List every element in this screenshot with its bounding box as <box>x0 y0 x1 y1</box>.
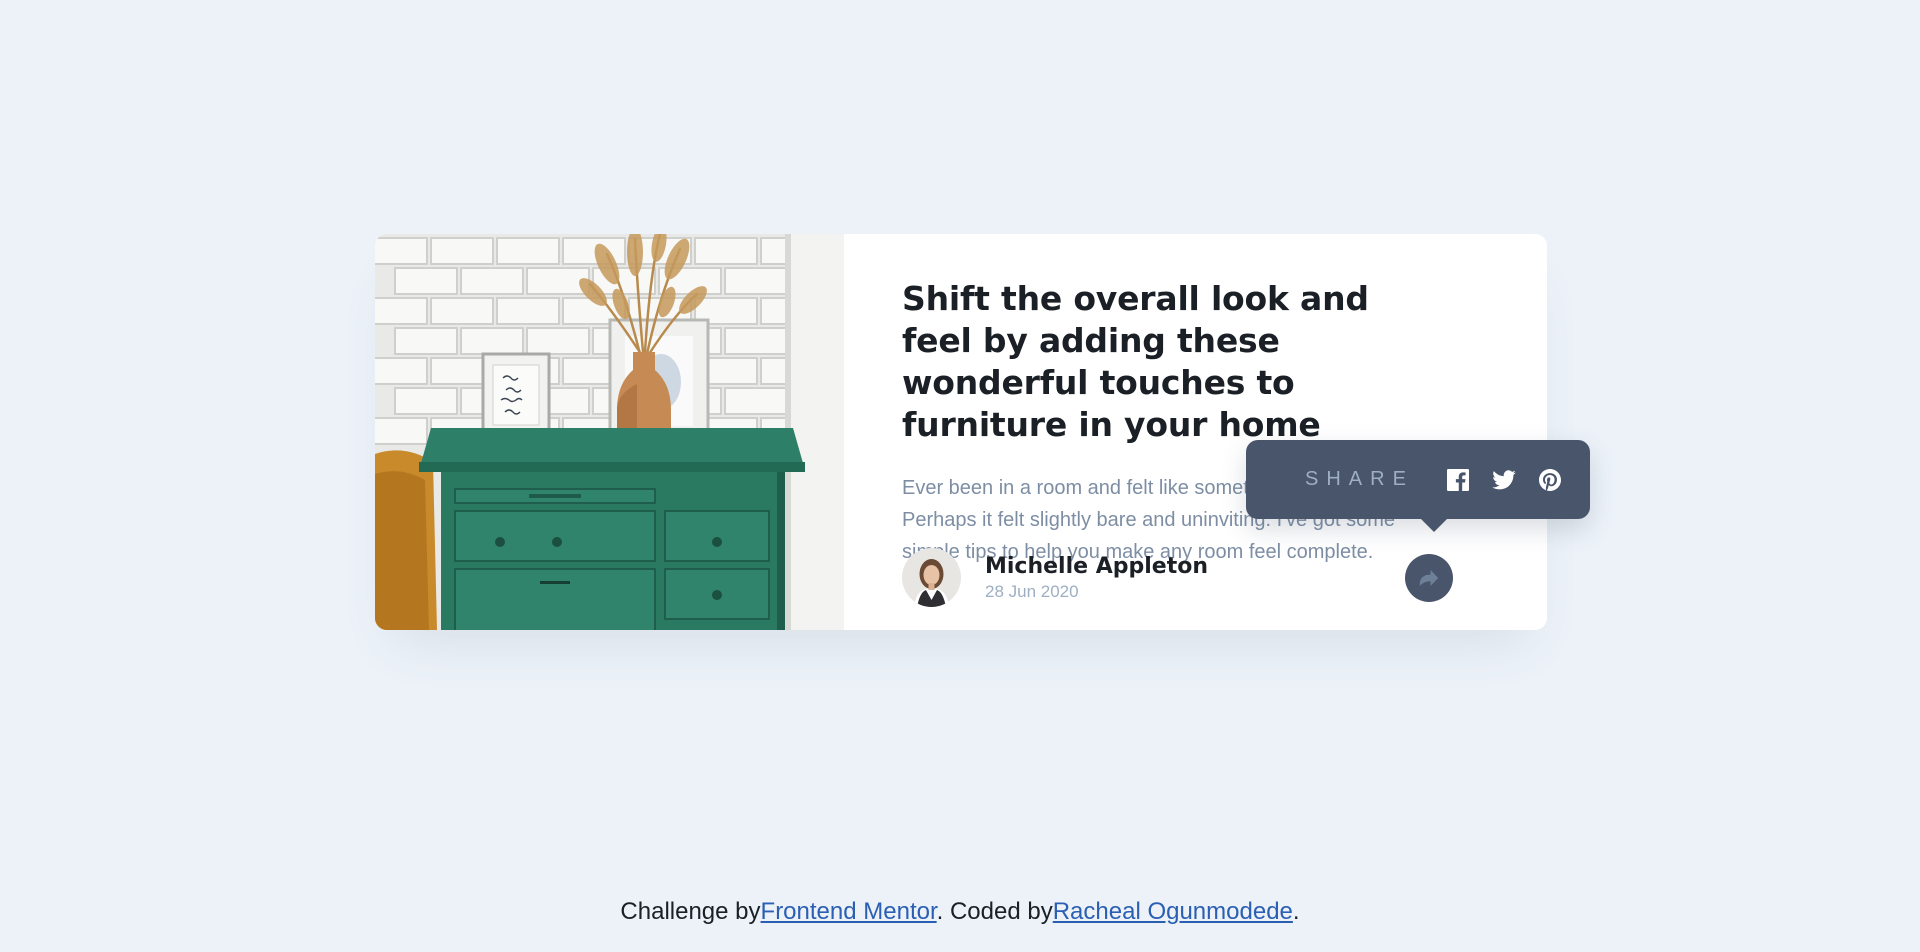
attribution-middle: . Coded by <box>936 898 1053 925</box>
facebook-icon[interactable] <box>1444 466 1472 494</box>
author-link[interactable]: Racheal Ogunmodede <box>1053 898 1293 925</box>
attribution-suffix: . <box>1292 898 1300 925</box>
avatar <box>902 548 961 607</box>
author-text: Michelle Appleton 28 Jun 2020 <box>985 553 1208 603</box>
frontend-mentor-link[interactable]: Frontend Mentor <box>761 898 937 925</box>
drawers-photo <box>375 234 844 630</box>
share-label: SHARE <box>1305 468 1414 490</box>
pinterest-icon[interactable] <box>1536 466 1564 494</box>
article-title: Shift the overall look and feel by addin… <box>902 279 1369 444</box>
article-content: Shift the overall look and feel by addin… <box>844 234 1547 630</box>
share-popup: SHARE <box>1246 440 1590 532</box>
twitter-icon[interactable] <box>1490 466 1518 494</box>
publish-date: 28 Jun 2020 <box>985 581 1079 601</box>
author-name: Michelle Appleton <box>985 553 1208 579</box>
article-card: Shift the overall look and feel by addin… <box>375 234 1547 630</box>
share-arrow-icon <box>1419 570 1439 586</box>
share-button[interactable] <box>1405 554 1453 602</box>
author-block: Michelle Appleton 28 Jun 2020 <box>902 548 1208 607</box>
attribution: Challenge byFrontend Mentor. Coded byRac… <box>0 898 1920 926</box>
attribution-prefix: Challenge by <box>620 898 761 925</box>
